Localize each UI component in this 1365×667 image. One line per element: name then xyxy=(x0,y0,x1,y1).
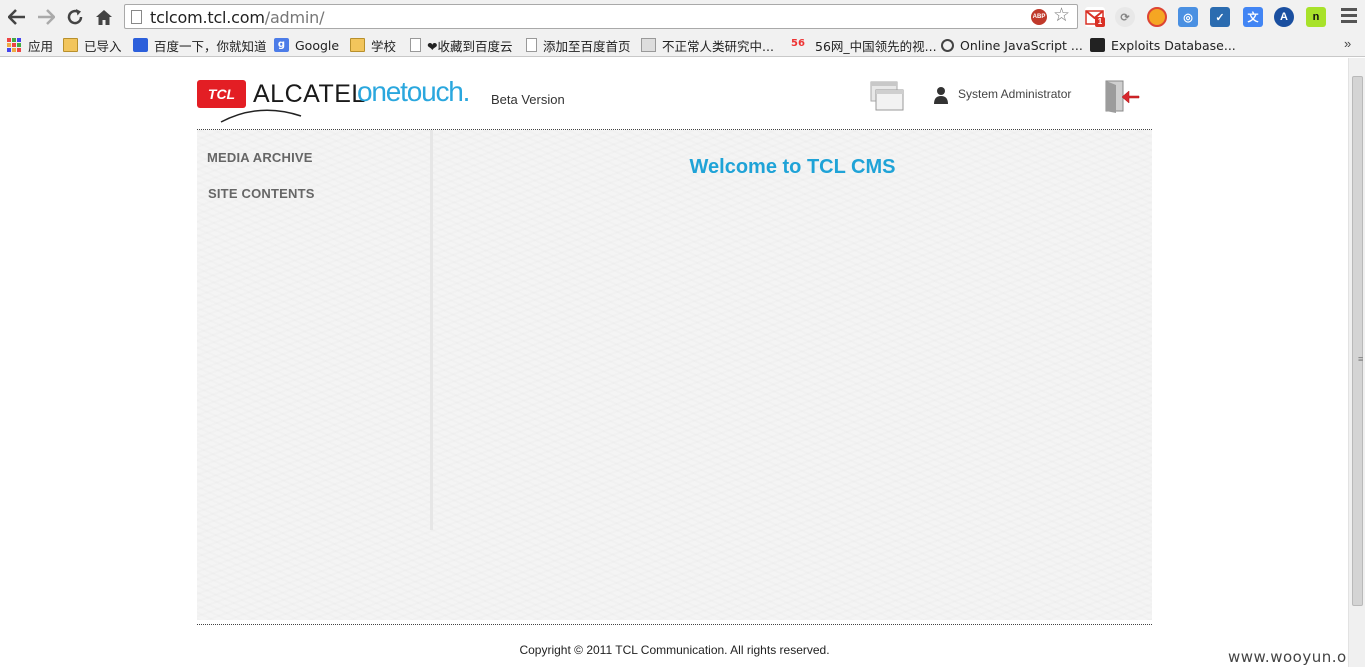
translate-icon[interactable]: 文 xyxy=(1243,7,1263,27)
page-icon xyxy=(526,38,537,52)
apps-icon xyxy=(7,38,22,52)
bookmark-label: Exploits Database... xyxy=(1111,37,1236,53)
baidu-icon xyxy=(133,38,148,52)
forward-button[interactable] xyxy=(35,6,57,28)
user-name[interactable]: System Administrator xyxy=(958,87,1071,101)
url-host: tclcom.tcl.com xyxy=(150,8,265,27)
bookmark-exploitdb[interactable]: Exploits Database... xyxy=(1090,36,1236,54)
folder-icon xyxy=(350,38,365,52)
menu-icon[interactable] xyxy=(1341,8,1357,24)
home-button[interactable] xyxy=(93,6,115,28)
scrollbar-thumb[interactable]: ≡ xyxy=(1352,76,1363,606)
bookmark-baidu-cloud[interactable]: ❤收藏到百度云 xyxy=(410,36,512,54)
scroll-grip-icon: ≡ xyxy=(1358,354,1364,364)
home-icon xyxy=(96,9,112,25)
clock-icon xyxy=(941,38,954,52)
site-icon xyxy=(641,38,656,52)
bookmarks-overflow-button[interactable]: » xyxy=(1344,36,1351,51)
bookmark-baidu-home[interactable]: 添加至百度首页 xyxy=(526,36,631,54)
reload-button[interactable] xyxy=(64,6,86,28)
alcatel-logo-text: ALCATEL xyxy=(253,80,366,108)
bookmark-baidu[interactable]: 百度一下，你就知道 xyxy=(133,36,267,54)
logo-swoosh-icon xyxy=(220,109,302,123)
sidebar-item-media-archive[interactable]: MEDIA ARCHIVE xyxy=(207,150,313,165)
bookmark-star-icon[interactable]: ☆ xyxy=(1053,5,1070,27)
page-viewport: TCL ALCATEL onetouch. Beta Version Syste… xyxy=(0,58,1363,667)
bookmark-label: 56网_中国领先的视... xyxy=(815,38,937,54)
bookmark-label: Google xyxy=(295,37,340,53)
footer-divider xyxy=(197,624,1152,625)
back-arrow-icon xyxy=(8,9,25,25)
beta-label: Beta Version xyxy=(491,92,565,107)
content-area: MEDIA ARCHIVE SITE CONTENTS Welcome to T… xyxy=(197,130,1152,620)
n-extension-icon[interactable]: n xyxy=(1306,7,1326,27)
logout-icon[interactable] xyxy=(1105,79,1141,113)
sidebar-item-site-contents[interactable]: SITE CONTENTS xyxy=(208,186,315,201)
56-icon: 56 xyxy=(791,38,805,49)
bookmark-imported[interactable]: 已导入 xyxy=(63,36,122,54)
sync-extension-icon[interactable]: ⟳ xyxy=(1115,7,1135,27)
user-icon xyxy=(934,87,948,104)
watermark-text: www.wooyun.org xyxy=(1228,648,1364,666)
windows-icon[interactable] xyxy=(870,80,904,112)
bookmark-google[interactable]: g Google xyxy=(274,36,339,54)
bookmark-label: 应用 xyxy=(28,38,54,54)
address-bar[interactable]: tclcom.tcl.com/admin/ ABP ☆ xyxy=(124,4,1078,29)
bookmark-online-js[interactable]: Online JavaScript ... xyxy=(941,36,1083,54)
vertical-scrollbar[interactable]: ≡ xyxy=(1348,58,1365,667)
bookmark-apps[interactable]: 应用 xyxy=(7,36,53,54)
adblock-icon[interactable]: ABP xyxy=(1031,9,1047,25)
back-button[interactable] xyxy=(6,6,28,28)
bookmark-56[interactable]: 56 56网_中国领先的视... xyxy=(791,36,937,54)
reload-icon xyxy=(67,9,83,25)
welcome-heading: Welcome to TCL CMS xyxy=(689,156,896,178)
bookmark-label: 百度一下，你就知道 xyxy=(154,38,267,54)
exploitdb-icon xyxy=(1090,38,1105,52)
sidebar: MEDIA ARCHIVE SITE CONTENTS xyxy=(197,130,433,530)
gmail-icon[interactable]: 1 xyxy=(1085,7,1105,27)
folder-icon xyxy=(63,38,78,52)
check-extension-icon[interactable]: ✓ xyxy=(1210,7,1230,27)
bookmarks-bar: 应用 已导入 百度一下，你就知道 g Google 学校 ❤收藏到百度云 添加至百… xyxy=(0,33,1365,57)
site-header: TCL ALCATEL onetouch. Beta Version Syste… xyxy=(197,58,1152,130)
medal-extension-icon[interactable]: ◎ xyxy=(1178,7,1198,27)
qq-extension-icon[interactable] xyxy=(1147,7,1167,27)
copyright-text: Copyright © 2011 TCL Communication. All … xyxy=(519,643,830,657)
compass-extension-icon[interactable]: A xyxy=(1274,7,1294,27)
page-icon xyxy=(410,38,421,52)
url-text: tclcom.tcl.com/admin/ xyxy=(150,8,324,27)
bookmark-label: 不正常人类研究中... xyxy=(662,38,774,54)
bookmark-label: 学校 xyxy=(371,38,397,54)
bookmark-label: 已导入 xyxy=(84,38,122,54)
forward-arrow-icon xyxy=(38,9,55,25)
browser-toolbar: tclcom.tcl.com/admin/ ABP ☆ 1 ⟳ ◎ ✓ 文 A … xyxy=(0,0,1365,33)
tcl-logo: TCL xyxy=(197,80,246,108)
bookmark-research[interactable]: 不正常人类研究中... xyxy=(641,36,774,54)
google-icon: g xyxy=(274,38,289,52)
bookmark-label: ❤收藏到百度云 xyxy=(427,38,513,54)
bookmark-school[interactable]: 学校 xyxy=(350,36,396,54)
gmail-badge: 1 xyxy=(1095,17,1105,27)
page-icon xyxy=(131,10,142,24)
url-path: /admin/ xyxy=(264,8,325,27)
bookmark-label: 添加至百度首页 xyxy=(543,38,631,54)
bookmark-label: Online JavaScript ... xyxy=(960,37,1083,53)
onetouch-logo-text: onetouch. xyxy=(357,76,470,107)
